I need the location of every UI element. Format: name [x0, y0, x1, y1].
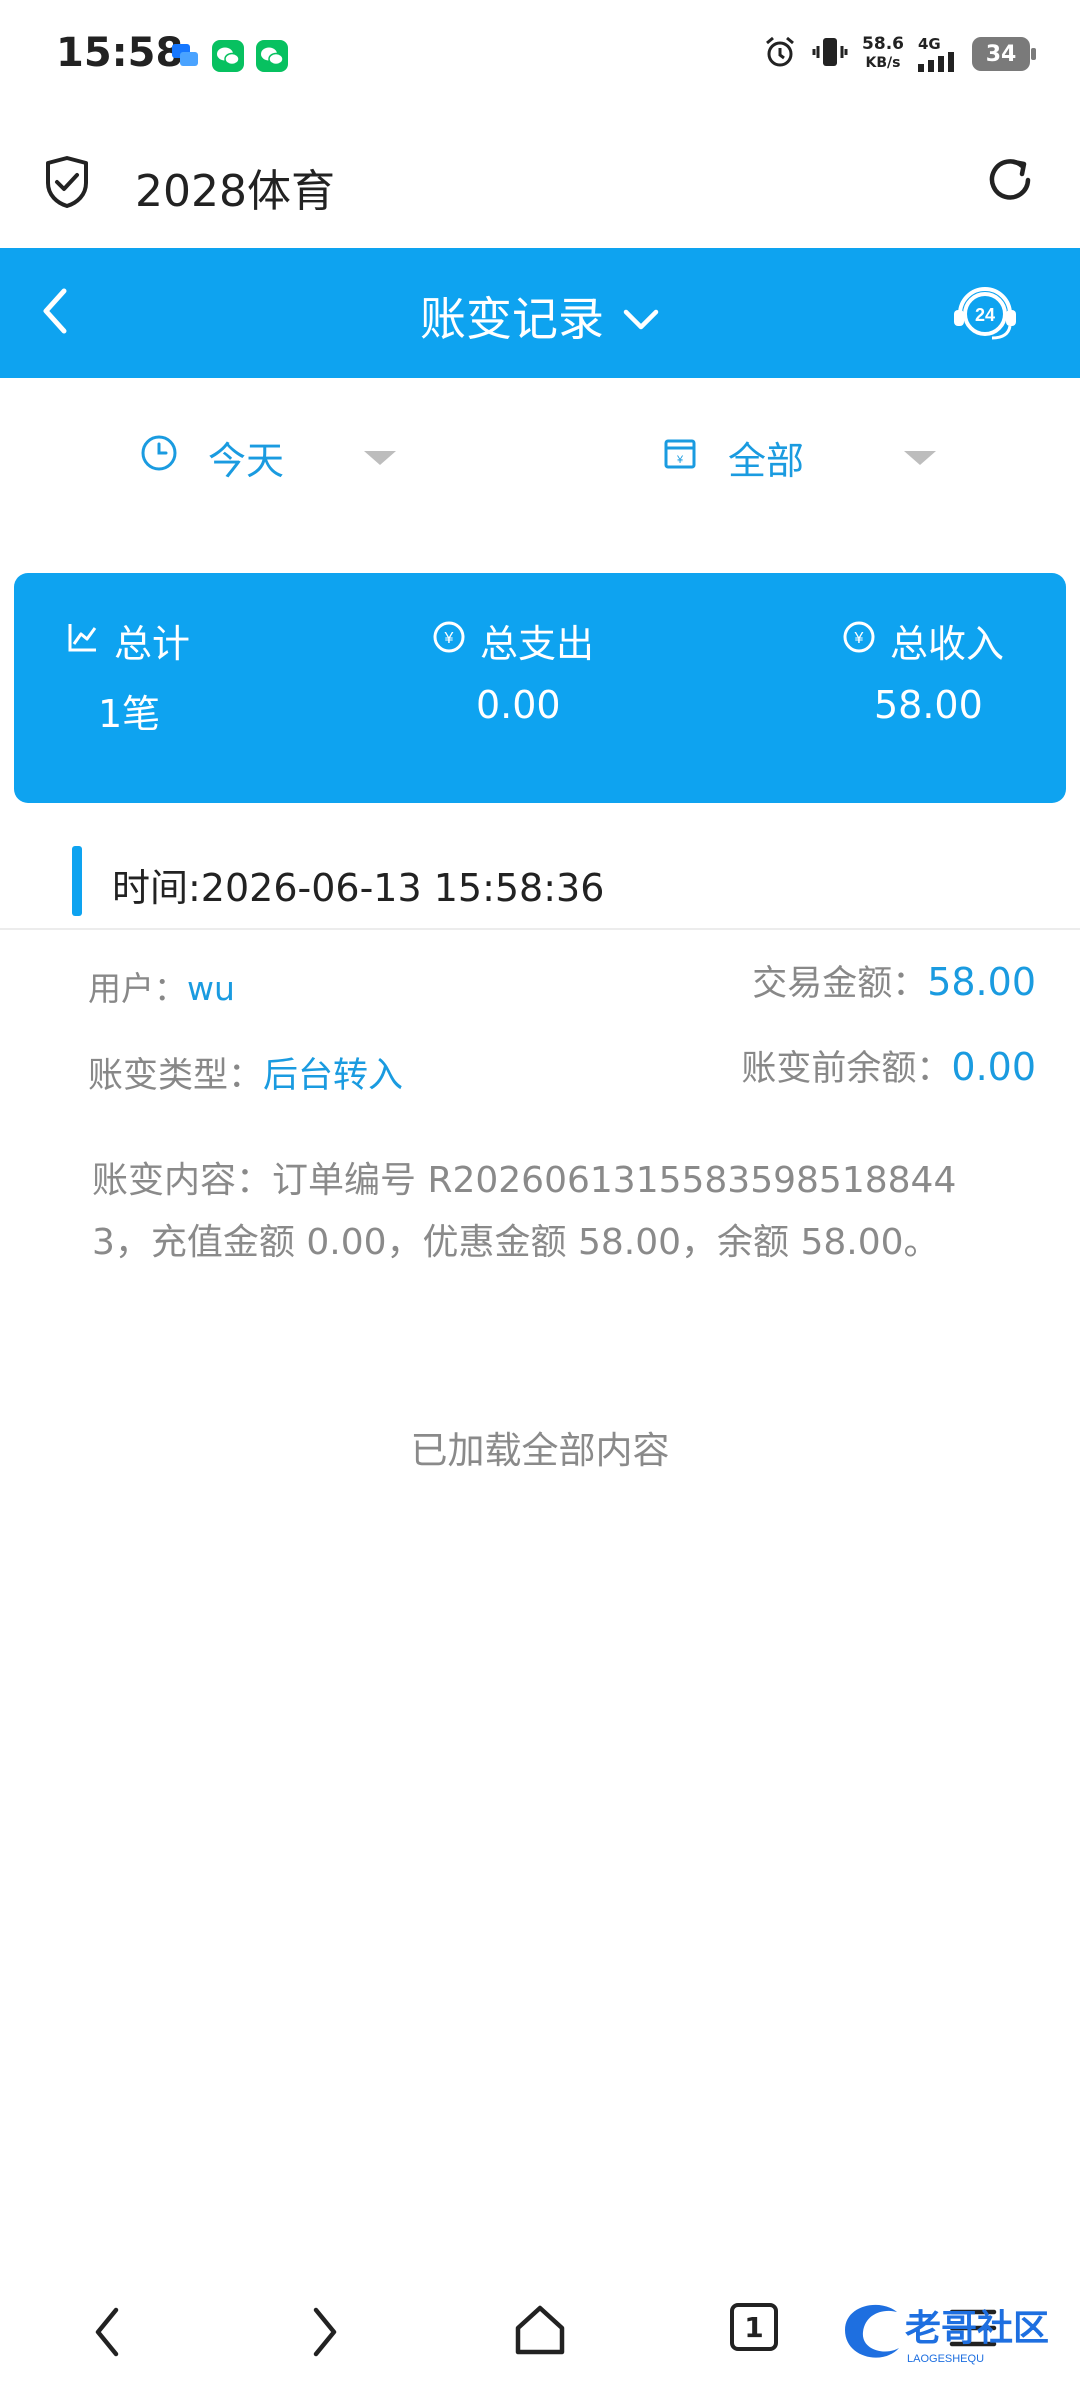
record-type: 账变类型：后台转入 [88, 1047, 403, 1098]
summary-expense-header: ¥ 总支出 [432, 613, 594, 668]
net-speed: 58.6 KB/s [862, 34, 904, 72]
site-title: 2028体育 [135, 166, 335, 217]
messages-app-icon [170, 40, 202, 72]
signal: 4G [918, 36, 958, 72]
customer-service-24-icon[interactable]: 24 [950, 280, 1020, 350]
summary-total-label: 总计 [114, 622, 191, 666]
watermark-logo: 老哥社区 LAOGESHEQU [835, 2290, 1065, 2370]
dropdown-triangle-icon [364, 450, 397, 465]
chart-line-icon [66, 619, 100, 663]
record-user: 用户：wu [88, 962, 235, 1010]
clock-icon [140, 434, 178, 481]
summary-income-header: ¥ 总收入 [842, 613, 1004, 668]
amount-value: 58.00 [927, 960, 1036, 1004]
amount-label: 交易金额： [752, 964, 928, 1004]
svg-text:24: 24 [975, 305, 995, 325]
summary-total-value: 1笔 [98, 692, 161, 736]
shield-check-icon[interactable] [42, 155, 92, 213]
user-label: 用户： [88, 969, 187, 1008]
svg-text:¥: ¥ [676, 454, 684, 466]
vibrate-icon [812, 34, 848, 74]
nav-tabs-button[interactable]: 1 [730, 2303, 778, 2351]
watermark-subtext: LAOGESHEQU [907, 2353, 984, 2365]
divider [0, 928, 1080, 930]
calendar-icon: ¥ [662, 435, 698, 480]
summary-expense-value: 0.00 [476, 683, 561, 727]
status-time: 15:58 [56, 30, 184, 76]
date-filter-label: 今天 [208, 439, 285, 483]
type-label: 账变类型： [88, 1056, 264, 1096]
summary-expense-label: 总支出 [480, 622, 595, 666]
summary-card: 总计 ¥ 总支出 ¥ 总收入 1笔 0.00 58.00 [14, 573, 1066, 803]
yuan-coin-icon: ¥ [842, 619, 876, 663]
list-end-text: 已加载全部内容 [410, 1429, 670, 1472]
summary-total-header: 总计 [66, 613, 190, 668]
dropdown-triangle-icon [904, 450, 937, 465]
type-filter[interactable]: ¥ 全部 [662, 430, 937, 485]
alarm-icon [762, 34, 798, 74]
refresh-icon[interactable] [982, 152, 1038, 212]
svg-text:¥: ¥ [444, 630, 454, 647]
nav-home-icon[interactable] [510, 2300, 570, 2364]
chevron-down-icon [622, 289, 660, 343]
yuan-coin-icon: ¥ [432, 619, 466, 663]
type-filter-label: 全部 [728, 439, 805, 483]
summary-income-value: 58.00 [874, 683, 983, 727]
before-label: 账变前余额： [741, 1049, 952, 1089]
wechat-icon-2 [256, 40, 288, 72]
record-accent-bar [72, 846, 82, 916]
date-filter[interactable]: 今天 [140, 430, 397, 485]
record-content: 账变内容：订单编号 R2026061315583598518844 3，充值金额… [92, 1160, 957, 1263]
nav-back-icon[interactable] [88, 2302, 128, 2366]
record-time: 时间:2026-06-13 15:58:36 [112, 866, 605, 910]
user-value: wu [187, 969, 235, 1008]
before-value: 0.00 [951, 1045, 1036, 1089]
status-bar: 15:58 58.6 KB/s 4G 34 [0, 0, 1080, 118]
header-title-dropdown[interactable]: 账变记录 [0, 283, 1080, 349]
status-right: 58.6 KB/s 4G 34 [762, 34, 1036, 74]
network-type: 4G [918, 35, 941, 53]
wechat-icon [212, 40, 244, 72]
summary-income-label: 总收入 [890, 622, 1005, 666]
page-title: 账变记录 [420, 292, 604, 346]
record-balance-before: 账变前余额：0.00 [741, 1040, 1036, 1091]
signal-icon [918, 52, 954, 72]
type-value: 后台转入 [263, 1056, 404, 1096]
nav-forward-icon[interactable] [304, 2302, 344, 2366]
battery-indicator: 34 [972, 37, 1036, 71]
record-amount: 交易金额：58.00 [752, 955, 1036, 1006]
svg-text:¥: ¥ [854, 630, 864, 647]
watermark-text: 老哥社区 [905, 2308, 1049, 2349]
